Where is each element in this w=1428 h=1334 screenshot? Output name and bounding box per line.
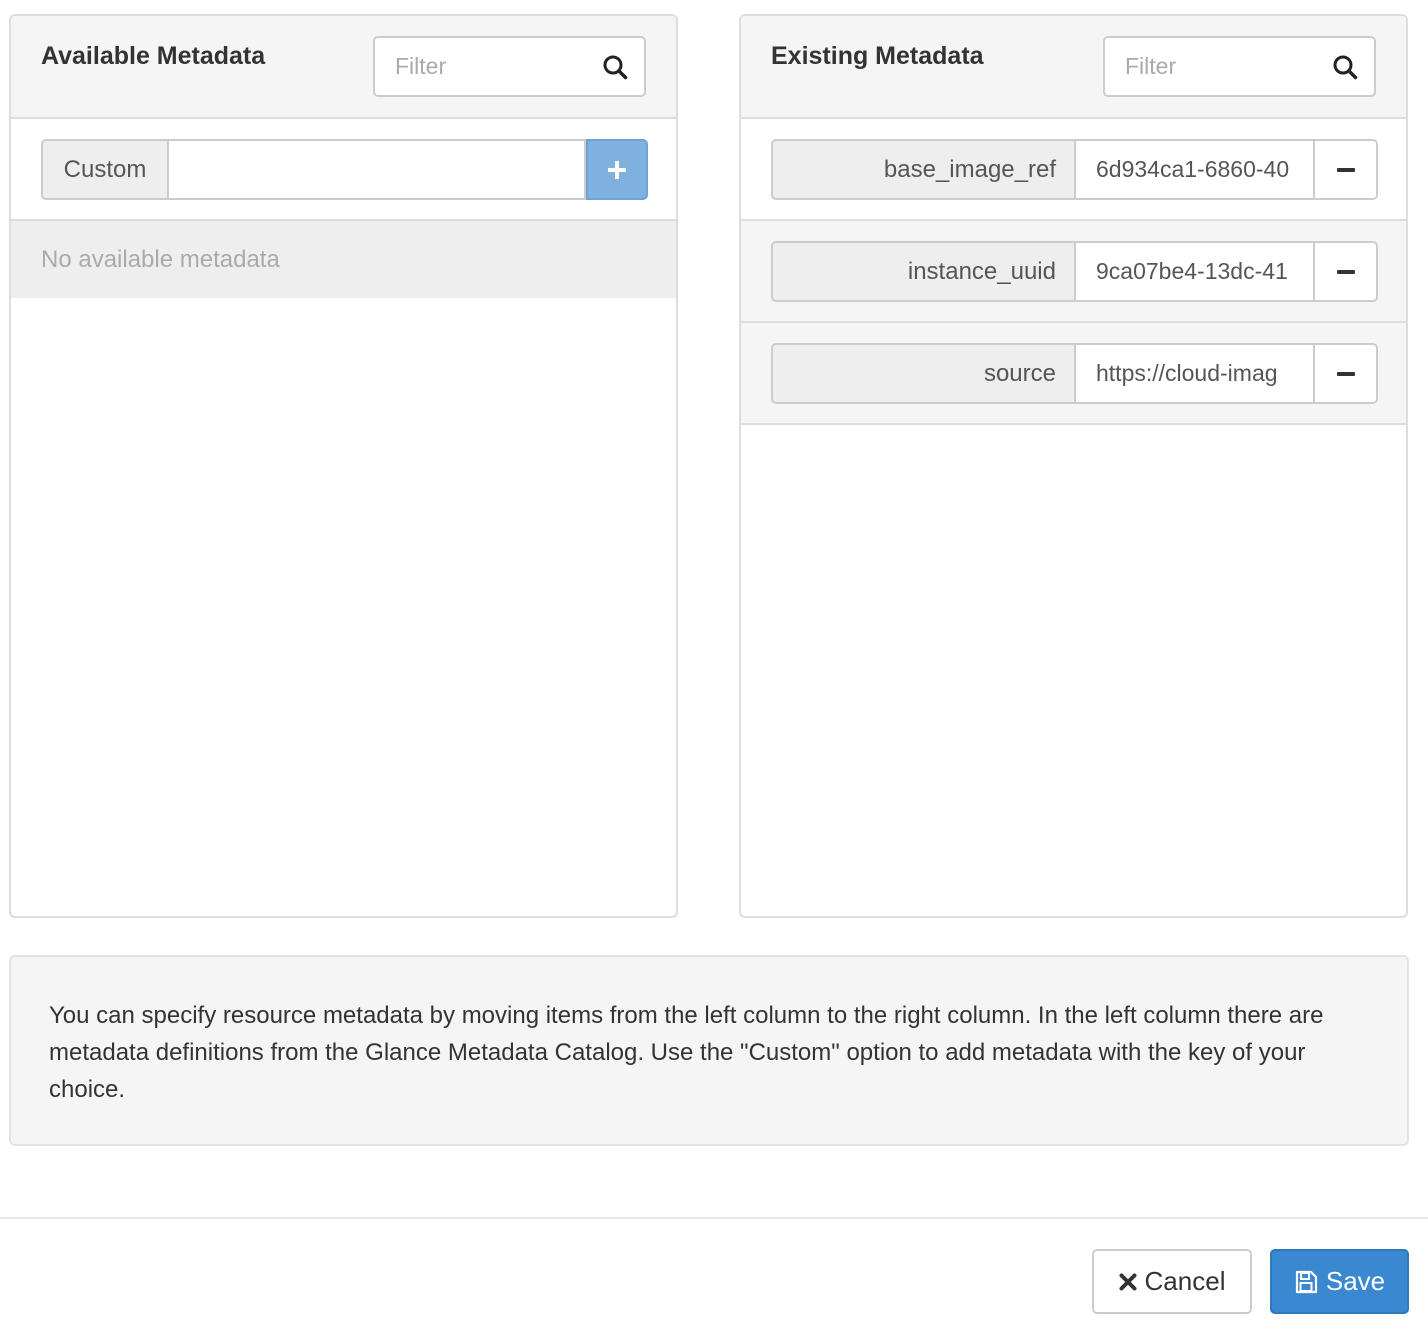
available-metadata-title: Available Metadata: [41, 42, 266, 70]
custom-label: Custom: [41, 139, 167, 200]
cancel-button[interactable]: Cancel: [1092, 1249, 1252, 1314]
existing-metadata-header: Existing Metadata: [741, 16, 1406, 119]
metadata-value-input[interactable]: [1074, 241, 1315, 302]
floppy-disk-icon: [1295, 1270, 1317, 1293]
existing-metadata-panel: Existing Metadata base_image_ref instanc…: [739, 14, 1408, 918]
add-custom-button[interactable]: [586, 139, 648, 200]
available-filter-box: [373, 36, 646, 97]
minus-icon: [1336, 269, 1355, 274]
metadata-row: source: [741, 323, 1406, 425]
minus-icon: [1336, 167, 1355, 172]
footer-divider: [0, 1217, 1428, 1219]
search-icon: [1333, 55, 1358, 80]
metadata-value-input[interactable]: [1074, 139, 1315, 200]
minus-icon: [1336, 371, 1355, 376]
help-box: You can specify resource metadata by mov…: [9, 955, 1409, 1146]
metadata-value-input[interactable]: [1074, 343, 1315, 404]
metadata-row: base_image_ref: [741, 119, 1406, 221]
cancel-label: Cancel: [1144, 1266, 1226, 1296]
times-icon: [1119, 1273, 1137, 1290]
plus-icon: [608, 160, 626, 179]
no-available-metadata: No available metadata: [11, 221, 676, 298]
available-metadata-header: Available Metadata: [11, 16, 676, 119]
remove-metadata-button[interactable]: [1315, 241, 1378, 302]
existing-filter-input[interactable]: [1105, 38, 1325, 95]
custom-key-input[interactable]: [167, 139, 586, 200]
help-text: You can specify resource metadata by mov…: [49, 1002, 1324, 1103]
metadata-key: source: [771, 343, 1074, 404]
custom-metadata-row: Custom: [11, 119, 676, 221]
remove-metadata-button[interactable]: [1315, 343, 1378, 404]
metadata-key: base_image_ref: [771, 139, 1074, 200]
metadata-row: instance_uuid: [741, 221, 1406, 323]
save-label: Save: [1325, 1266, 1386, 1296]
save-button[interactable]: Save: [1270, 1249, 1409, 1314]
existing-filter-box: [1103, 36, 1376, 97]
available-metadata-panel: Available Metadata Custom No available m…: [9, 14, 678, 918]
existing-metadata-title: Existing Metadata: [771, 42, 984, 70]
remove-metadata-button[interactable]: [1315, 139, 1378, 200]
metadata-key: instance_uuid: [771, 241, 1074, 302]
available-filter-input[interactable]: [375, 38, 595, 95]
search-icon: [603, 55, 628, 80]
